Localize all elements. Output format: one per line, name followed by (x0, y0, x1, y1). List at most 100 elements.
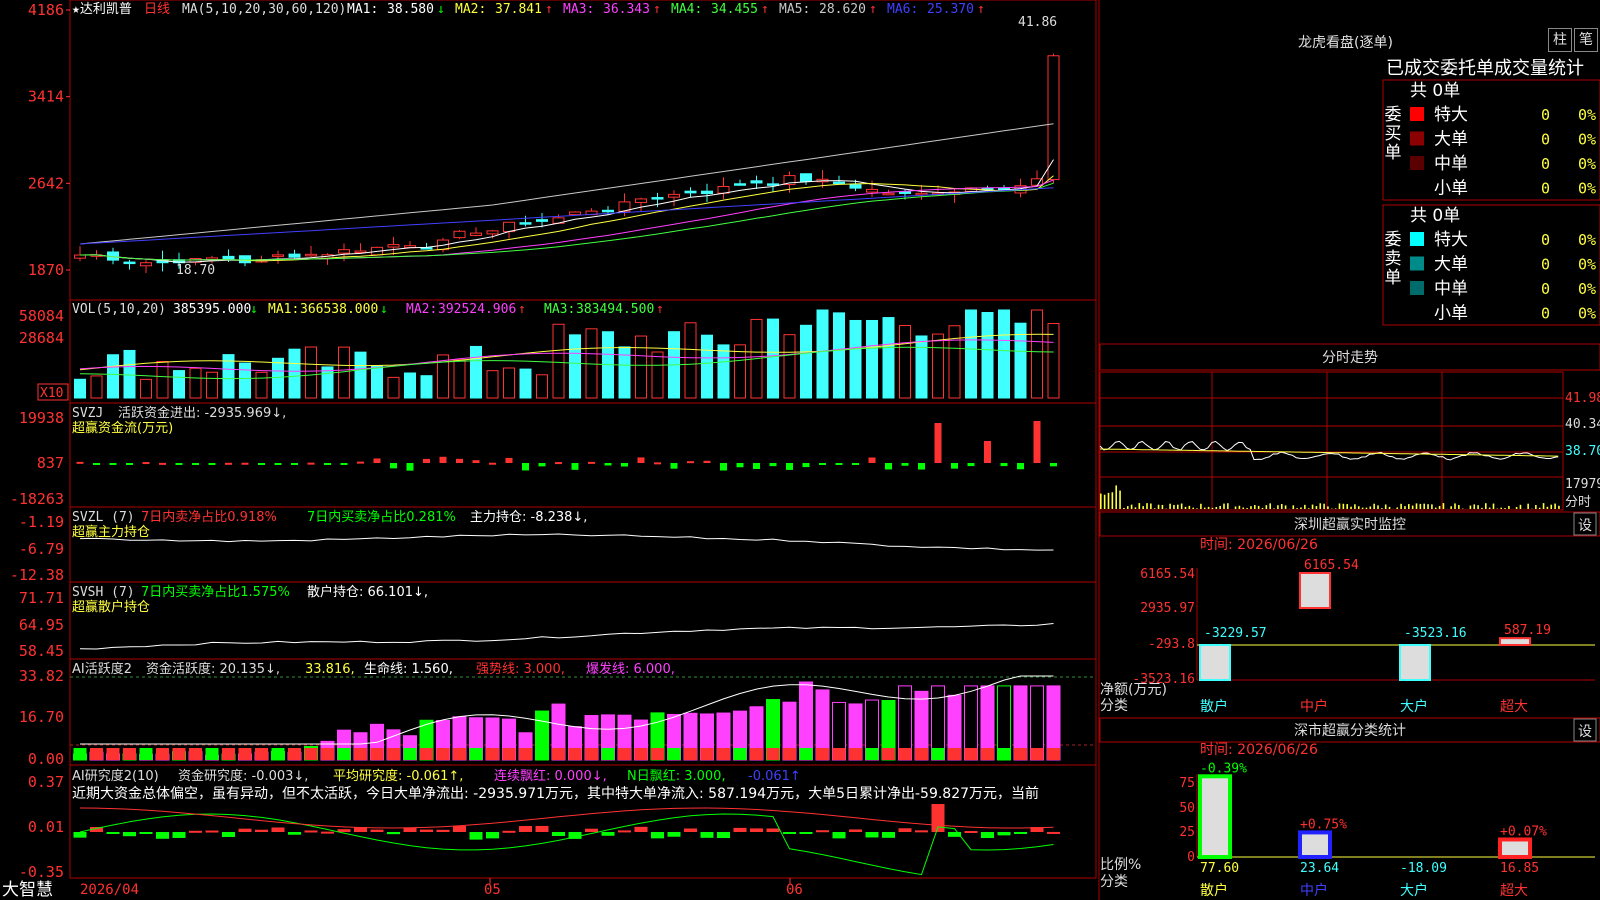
volume-bar (882, 317, 895, 399)
ma-value: 28.620 (819, 2, 866, 17)
fund-flow-bar (390, 463, 397, 469)
fund-flow-bar (951, 463, 958, 469)
activity-base-bar (717, 748, 730, 760)
intraday-vol-bar (1188, 505, 1191, 509)
stats-category-label: 散户 (1200, 882, 1228, 899)
intraday-vol-bar (1538, 507, 1541, 509)
svzl-subtitle: 超赢主力持仓 (72, 524, 150, 540)
fund-flow-bar (1017, 463, 1024, 470)
monitor-category-label: 中户 (1300, 698, 1328, 715)
candle-body (569, 211, 581, 216)
intraday-vol-bar (1238, 505, 1241, 509)
volume-bar (866, 319, 878, 399)
stats-ylabel: 比例% (1100, 857, 1141, 873)
column-view-button[interactable]: 柱 (1548, 28, 1572, 52)
svzj-panel: 19938 837 -18263 SVZJ 活跃资金进出: -2935.969↓,超赢资… (10, 405, 1057, 508)
candle-body (602, 209, 614, 213)
activity-base-bar (502, 748, 516, 760)
monitor-ylabel: 净额(万元) (1100, 682, 1167, 698)
monitor-value-label: 587.19 (1504, 623, 1551, 638)
fund-flow-bar (357, 461, 364, 464)
research-bar (271, 827, 285, 832)
ma-label: MA6: (887, 2, 918, 17)
stats-tick-label: 0 (1187, 850, 1195, 865)
svsh-line (79, 623, 1054, 650)
activity-base-bar (189, 748, 202, 760)
volume-bar (206, 371, 218, 399)
vol-ma-label: MA3: (544, 302, 575, 317)
volume-bar (420, 375, 433, 399)
intraday-vol-bar (1542, 503, 1545, 509)
intraday-vol-bar (1292, 505, 1295, 509)
activity-base-bar (931, 748, 945, 760)
intraday-vol-bar (1180, 503, 1183, 509)
stats-value-label: 16.85 (1500, 861, 1539, 876)
volume-bar (915, 335, 928, 399)
vol-ma-label: MA1: (268, 302, 299, 317)
intraday-vol-bar (1354, 504, 1356, 509)
fund-flow-bar (340, 463, 348, 465)
candle-body (123, 261, 136, 265)
activity-base-bar (436, 748, 450, 760)
activity-base-bar (585, 748, 598, 760)
intraday-frame (1099, 371, 1564, 511)
low-label: 18.70 (176, 263, 215, 278)
intraday-vol-bar (1103, 494, 1106, 509)
intraday-vol-bar (1400, 503, 1402, 509)
activity-base-bar (552, 748, 565, 760)
intraday-vol-bar (1408, 504, 1410, 509)
activity-base-bar (733, 748, 747, 760)
research-bar (436, 829, 450, 832)
intraday-vol-bar (1234, 506, 1237, 509)
intraday-vol-bar (1423, 503, 1425, 509)
candle-body (536, 219, 548, 222)
volume-bar (404, 372, 416, 399)
ma-line (79, 175, 1054, 262)
tick-view-button[interactable]: 笔 (1574, 28, 1598, 52)
activity-base-bar (766, 748, 780, 760)
ai-activity-panel: 33.82 16.70 0.00 AI活跃度2 资金活跃度: 20.135↓, 33.81… (19, 661, 1096, 768)
ma-dir: ↑ (761, 2, 769, 17)
activity-base-bar (948, 748, 961, 760)
research-bar (618, 830, 631, 833)
activity-base-bar (634, 748, 648, 760)
intraday-vol-bar (1365, 507, 1368, 509)
intraday-vol-bar (1142, 506, 1144, 509)
intraday-vol-bar (1277, 505, 1279, 509)
activity-base-bar (271, 748, 285, 760)
date-start-label: 2026/04 (80, 882, 139, 898)
research-bar (205, 830, 219, 833)
fund-flow-bar (769, 463, 777, 467)
research-bar (469, 832, 483, 840)
fund-flow-bar (522, 463, 529, 471)
research-bar (73, 832, 87, 838)
monitor-value-label: -3523.16 (1404, 626, 1467, 641)
intraday-vol-bar (1219, 505, 1221, 509)
stats-bar (1198, 774, 1232, 860)
activity-base-bar (568, 748, 582, 760)
intraday-vol-bar (1177, 504, 1179, 509)
monitor-value-label: -3229.57 (1204, 626, 1267, 641)
volume-bar (387, 376, 400, 399)
monitor-tick-label: 6165.54 (1140, 567, 1195, 582)
candle-body (833, 181, 845, 185)
activity-base-bar (453, 748, 466, 760)
intraday-vol-bar (1442, 503, 1445, 509)
fund-flow-bar (93, 463, 100, 465)
fund-flow-bar (868, 457, 876, 463)
ai1-text4: 强势线: 3.000, (476, 661, 565, 677)
fund-flow-bar (489, 462, 496, 465)
monitor-bar (1399, 644, 1431, 681)
volume-bar (783, 334, 796, 399)
ai2-comment: 近期大资金总体偏空，虽有异动，但不太活跃，今日大单净流出: -2935.971万… (72, 785, 1039, 802)
intraday-vol-bar (1250, 506, 1252, 509)
fund-flow-bar (703, 460, 711, 463)
monitor-category-label: 大户 (1400, 698, 1428, 715)
research-bar (898, 828, 912, 832)
intraday-vol-bar (1184, 506, 1187, 509)
research-bar (370, 829, 384, 832)
intraday-vol-bar (1488, 507, 1491, 509)
fund-flow-bar (802, 463, 810, 468)
panel-frame (69, 0, 1097, 301)
ai1-text2: 33.816, (305, 662, 355, 677)
